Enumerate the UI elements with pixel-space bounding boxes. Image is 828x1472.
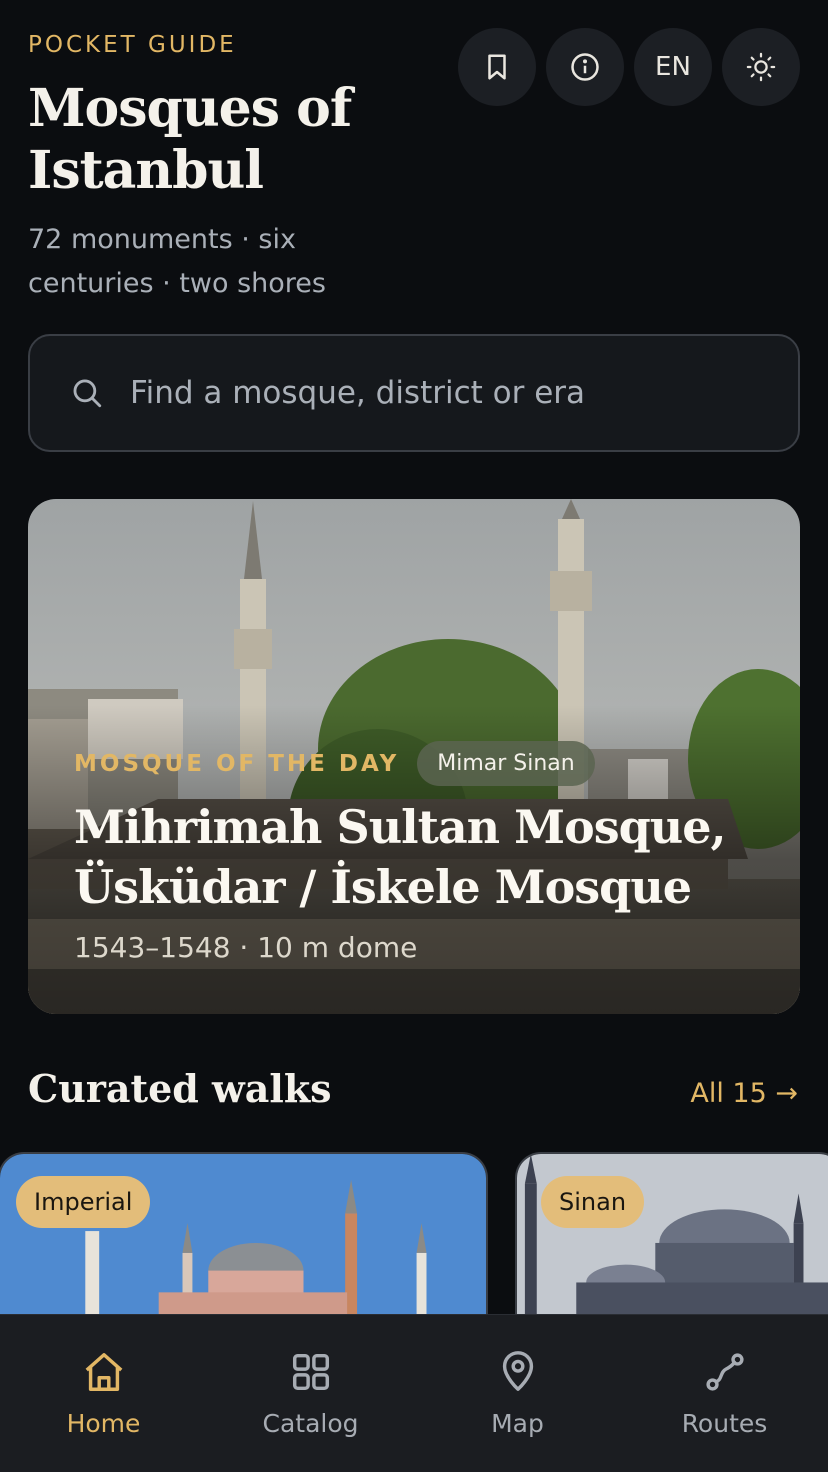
tab-map-label: Map <box>491 1409 544 1438</box>
tab-map[interactable]: Map <box>414 1315 621 1472</box>
hero-title: Mihrimah Sultan Mosque, Üsküdar / İskele… <box>74 800 727 914</box>
language-label: EN <box>655 52 691 82</box>
walk-tag-sinan: Sinan <box>541 1176 645 1228</box>
theme-toggle-button[interactable] <box>722 28 800 106</box>
map-pin-icon <box>502 1351 533 1391</box>
bottom-tab-bar: Home Catalog Map Routes <box>0 1314 828 1472</box>
curated-walks-title: Curated walks <box>28 1066 332 1111</box>
hero-eyebrow: MOSQUE OF THE DAY <box>74 750 400 777</box>
tab-home[interactable]: Home <box>0 1315 207 1472</box>
hero-meta: 1543–1548 · 10 m dome <box>74 931 418 964</box>
grid-icon <box>292 1353 329 1391</box>
home-icon <box>85 1353 122 1391</box>
search-bar[interactable] <box>28 334 800 452</box>
page-title: Mosques of Istanbul <box>28 78 352 201</box>
mosque-of-the-day-card[interactable]: MOSQUE OF THE DAY Mimar Sinan Mihrimah S… <box>28 499 800 1014</box>
sun-icon <box>746 52 776 82</box>
bookmark-button[interactable] <box>458 28 536 106</box>
hero-tags: MOSQUE OF THE DAY Mimar Sinan <box>74 741 595 786</box>
page-subtitle: 72 monuments · six centuries · two shore… <box>28 224 326 299</box>
walk-tag-imperial: Imperial <box>16 1176 151 1228</box>
header-actions: EN <box>458 28 800 106</box>
walk-card-imperial[interactable]: Imperial <box>0 1152 488 1322</box>
language-button[interactable]: EN <box>634 28 712 106</box>
search-input[interactable] <box>130 375 770 411</box>
search-icon <box>73 379 102 408</box>
walk-card-sinan[interactable]: Sinan <box>515 1152 828 1322</box>
all-walks-link[interactable]: All 15 → <box>690 1078 798 1109</box>
tab-catalog[interactable]: Catalog <box>207 1315 414 1472</box>
tab-routes[interactable]: Routes <box>621 1315 828 1472</box>
bookmark-icon <box>488 54 506 80</box>
header-eyebrow: POCKET GUIDE <box>28 32 237 58</box>
route-icon <box>705 1353 744 1391</box>
architect-badge: Mimar Sinan <box>417 741 595 786</box>
tab-home-label: Home <box>66 1409 141 1438</box>
info-button[interactable] <box>546 28 624 106</box>
tab-catalog-label: Catalog <box>262 1409 359 1438</box>
tab-routes-label: Routes <box>681 1409 768 1438</box>
info-icon <box>571 53 599 81</box>
